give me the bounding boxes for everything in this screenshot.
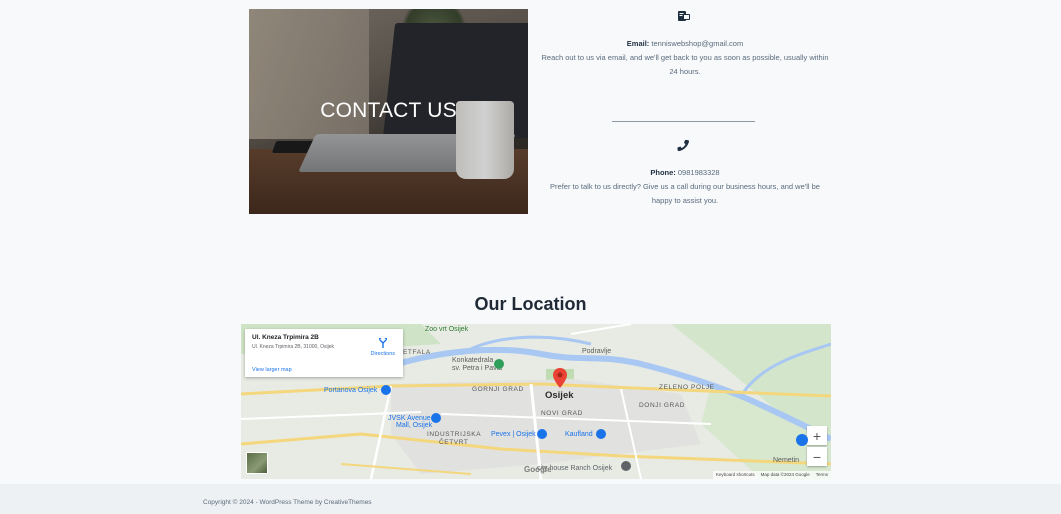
poi-portanova-icon[interactable] bbox=[381, 385, 391, 395]
poi-jvsk-icon[interactable] bbox=[431, 413, 441, 423]
map-label-portanova: Portanova Osijek bbox=[324, 387, 378, 394]
map-label-nemetin: Nemetin bbox=[773, 457, 800, 464]
phone-icon bbox=[677, 139, 690, 152]
poi-pevex-icon[interactable] bbox=[537, 429, 547, 439]
directions-label: Directions bbox=[370, 351, 395, 357]
map-label-gornji: GORNJI GRAD bbox=[472, 386, 524, 393]
map-label-zeleno: ZELENO POLJE bbox=[659, 384, 715, 391]
contact-divider bbox=[612, 121, 755, 122]
email-label: Email: bbox=[626, 39, 650, 48]
phone-value[interactable]: 0981983328 bbox=[678, 168, 720, 177]
phone-block: Phone: 0981983328 Prefer to talk to us d… bbox=[535, 166, 835, 208]
pegman-icon[interactable] bbox=[796, 434, 808, 446]
map-label-novi: NOVI GRAD bbox=[541, 410, 583, 417]
copyright-text: Copyright © 2024 - WordPress Theme by Cr… bbox=[203, 499, 372, 506]
hero-title: CONTACT US bbox=[320, 99, 457, 122]
email-block: Email: tenniswebshop@gmail.com Reach out… bbox=[535, 37, 835, 79]
map-data-text: Map data ©2024 Google bbox=[760, 472, 810, 477]
map-label-podravlje: Podravlje bbox=[582, 348, 612, 355]
map-label-tvrdja: ETFALA bbox=[403, 349, 431, 356]
map-label-cetvrt: ČETVRT bbox=[439, 439, 469, 446]
phone-text: Prefer to talk to us directly? Give us a… bbox=[550, 182, 820, 205]
map-label-mall: Mall, Osijek bbox=[396, 422, 433, 429]
directions-icon bbox=[378, 338, 387, 348]
email-value[interactable]: tenniswebshop@gmail.com bbox=[651, 39, 743, 48]
satellite-toggle[interactable] bbox=[246, 452, 268, 474]
map-label-zoo: Zoo vrt Osijek bbox=[425, 326, 469, 333]
directions-button[interactable]: Directions bbox=[371, 337, 395, 357]
email-text: Reach out to us via email, and we'll get… bbox=[541, 53, 829, 76]
map-attribution: Keyboard shortcuts Map data ©2024 Google… bbox=[712, 471, 831, 479]
map-label-cathedral: Konkatedrala bbox=[452, 357, 494, 364]
poi-cathedral-icon[interactable] bbox=[494, 359, 504, 369]
map-label-osijek: Osijek bbox=[545, 390, 574, 401]
map-label-donji: DONJI GRAD bbox=[639, 402, 686, 409]
keyboard-shortcuts-link[interactable]: Keyboard shortcuts bbox=[716, 472, 755, 478]
zoom-in-button[interactable]: + bbox=[807, 426, 827, 445]
google-logo: Google bbox=[524, 465, 552, 474]
poi-kaufland-icon[interactable] bbox=[596, 429, 606, 439]
map-marker-icon[interactable] bbox=[553, 368, 567, 388]
map-info-card: Ul. Kneza Trpimira 2B Ul. Kneza Trpimira… bbox=[245, 329, 403, 377]
map-label-pevex: Pevex | Osijek bbox=[491, 431, 536, 438]
phone-label: Phone: bbox=[650, 168, 676, 177]
map-label-jvsk: JVSK Avenue bbox=[388, 415, 431, 422]
terms-link[interactable]: Terms bbox=[816, 472, 828, 478]
email-icon bbox=[677, 9, 691, 21]
poi-ranch-icon[interactable] bbox=[621, 461, 631, 471]
view-larger-map-link[interactable]: View larger map bbox=[252, 367, 292, 373]
contact-hero-image: CONTACT US bbox=[249, 9, 528, 214]
site-footer: Copyright © 2024 - WordPress Theme by Cr… bbox=[0, 484, 1061, 514]
location-heading: Our Location bbox=[474, 294, 587, 314]
map-label-industrijska: INDUSTRIJSKA bbox=[427, 431, 482, 438]
zoom-out-button[interactable]: − bbox=[807, 447, 827, 466]
map-label-kaufland: Kaufland bbox=[565, 431, 593, 438]
google-map[interactable]: Zoo vrt Osijek ETFALA Konkatedrala sv. P… bbox=[241, 324, 831, 479]
